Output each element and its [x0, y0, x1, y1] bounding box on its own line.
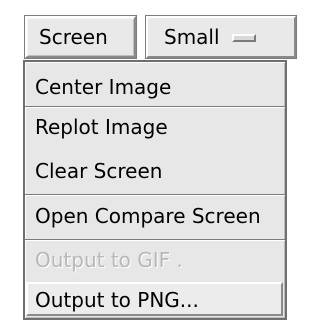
menu-separator — [25, 106, 285, 108]
menu-item-center-image[interactable]: Center Image — [35, 75, 171, 99]
size-select[interactable]: Small — [146, 16, 296, 58]
menu-item-clear-screen[interactable]: Clear Screen — [35, 159, 162, 183]
dropdown-indicator-icon — [231, 34, 256, 42]
menu-item-output-to-gif: Output to GIF . — [35, 248, 183, 272]
screen-menu-button[interactable]: Screen — [25, 16, 136, 58]
size-select-value: Small — [164, 25, 220, 49]
menu-item-replot-image[interactable]: Replot Image — [35, 115, 168, 139]
screen-menu-button-label: Screen — [39, 25, 108, 49]
menu-item-output-to-png[interactable]: Output to PNG... — [35, 288, 199, 312]
screen-menu: Center Image Replot Image Clear Screen O… — [23, 60, 287, 320]
menu-separator — [25, 239, 285, 241]
menu-item-open-compare-screen[interactable]: Open Compare Screen — [35, 204, 261, 228]
menu-separator — [25, 194, 285, 196]
toolbar: Screen Small — [0, 0, 296, 60]
menu-screenshot: Screen Small Center Image Replot Image C… — [0, 0, 296, 324]
